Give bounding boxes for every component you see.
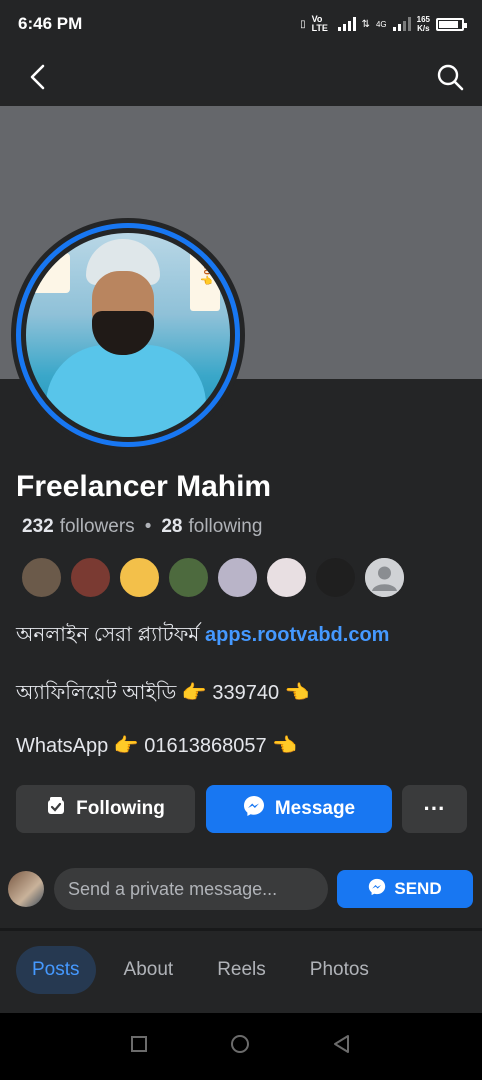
avatar-image: ader 39740👈 — [26, 233, 230, 437]
friend-avatar[interactable] — [69, 556, 112, 599]
following-count[interactable]: 28 — [161, 516, 182, 538]
follow-stats: 232 followers • 28 following — [22, 516, 262, 538]
tab-reels[interactable]: Reels — [201, 946, 282, 994]
tab-posts[interactable]: Posts — [16, 946, 96, 994]
back-nav-icon[interactable] — [332, 1034, 352, 1059]
status-time: 6:46 PM — [18, 14, 83, 33]
friend-avatar[interactable] — [265, 556, 308, 599]
section-divider — [0, 928, 482, 931]
friend-avatar[interactable] — [20, 556, 63, 599]
bio-text-1: অনলাইন সেরা প্ল্যাটফর্ম — [16, 624, 200, 646]
message-button-label: Message — [274, 798, 356, 819]
more-options-button[interactable]: ··· — [402, 785, 467, 833]
home-icon[interactable] — [229, 1033, 251, 1060]
default-avatar-icon — [365, 558, 404, 597]
friend-avatar[interactable] — [118, 556, 161, 599]
battery-level — [439, 20, 458, 28]
network2-label: 4G — [375, 19, 387, 29]
system-nav-bar — [0, 1013, 482, 1080]
followers-count[interactable]: 232 — [22, 516, 54, 538]
signal-icon — [337, 17, 356, 31]
net-speed-value: 165 — [416, 15, 430, 24]
bio-line-2: অ্যাফিলিয়েট আইডি 👉 339740 👈 — [16, 682, 310, 704]
private-message-input[interactable]: Send a private message... — [54, 868, 328, 910]
stats-separator: • — [144, 516, 152, 537]
top-bar — [0, 48, 482, 106]
messenger-send-icon — [368, 878, 386, 901]
followers-label[interactable]: followers — [60, 516, 135, 538]
tab-about[interactable]: About — [108, 946, 190, 994]
avatar-body — [46, 345, 206, 437]
following-button-label: Following — [76, 798, 165, 819]
profile-tabs: Posts About Reels Photos — [16, 946, 397, 994]
net-speed-unit: K/s — [417, 24, 430, 33]
bio-line-1: অনলাইন সেরা প্ল্যাটফর্ম apps.rootvabd.co… — [16, 620, 389, 653]
back-arrow-icon[interactable] — [22, 61, 54, 93]
profile-name: Freelancer Mahim — [16, 470, 272, 503]
status-bar: 6:46 PM ▯ Vo LTE ⇅ 4G 165 K/s — [0, 0, 482, 48]
friend-avatar[interactable] — [167, 556, 210, 599]
avatar-sign-left: ader — [26, 253, 70, 293]
profile-avatar[interactable]: ader 39740👈 — [11, 218, 245, 452]
vibrate-icon: ▯ — [300, 18, 306, 30]
network-label: Vo LTE — [311, 14, 328, 33]
send-button[interactable]: SEND — [337, 870, 473, 908]
status-icons: ▯ Vo LTE ⇅ 4G 165 K/s — [300, 14, 467, 33]
friend-avatar[interactable] — [216, 556, 259, 599]
more-icon: ··· — [423, 796, 446, 821]
private-message-composer: Send a private message... SEND — [8, 867, 474, 911]
send-button-label: SEND — [394, 879, 442, 898]
story-ring: ader 39740👈 — [16, 223, 240, 447]
search-icon[interactable] — [434, 61, 466, 93]
signal2-icon — [392, 17, 411, 31]
friend-avatar[interactable] — [314, 556, 357, 599]
tab-photos[interactable]: Photos — [294, 946, 385, 994]
user-avatar — [8, 871, 44, 907]
message-button[interactable]: Message — [206, 785, 392, 833]
following-button[interactable]: Following — [16, 785, 195, 833]
bio-link[interactable]: apps.rootvabd.com — [205, 624, 389, 646]
mutual-friends-row — [20, 556, 406, 599]
battery-icon — [436, 17, 467, 31]
avatar-sign-right: 39740👈 — [190, 241, 220, 311]
friend-avatar[interactable] — [363, 556, 406, 599]
messenger-icon — [243, 795, 265, 823]
recents-icon[interactable] — [130, 1035, 148, 1058]
net-speed: 165 K/s — [417, 15, 430, 33]
data-arrows-icon: ⇅ — [361, 18, 370, 30]
bio-line-3: WhatsApp 👉 01613868057 👈 — [16, 735, 298, 757]
following-label[interactable]: following — [188, 516, 262, 538]
following-check-icon — [46, 796, 66, 822]
